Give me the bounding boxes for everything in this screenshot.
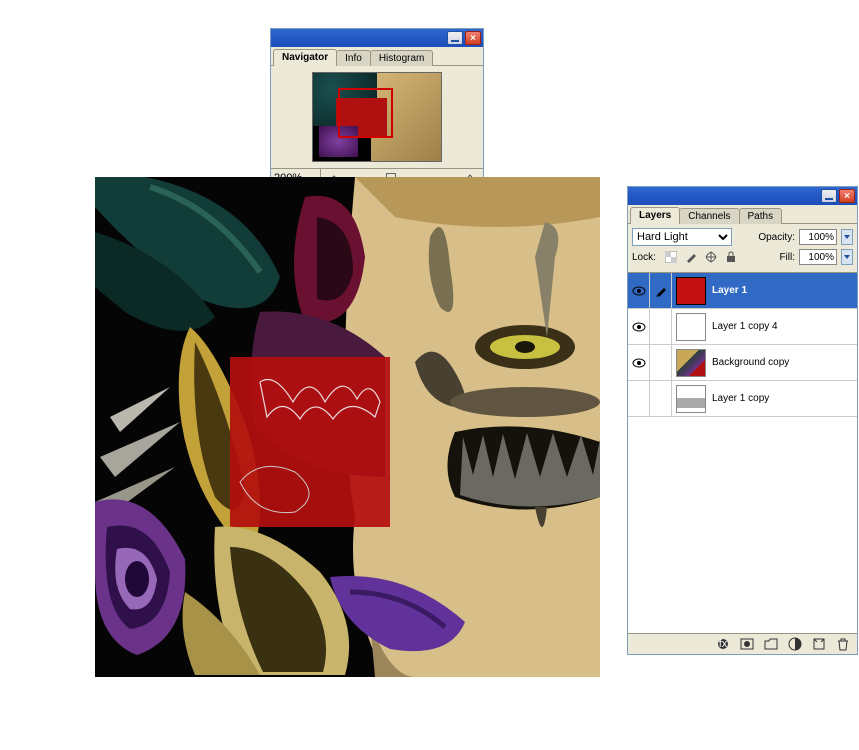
layer-name[interactable]: Layer 1 copy bbox=[710, 393, 857, 404]
lock-pixels-icon[interactable] bbox=[684, 250, 698, 264]
tab-info[interactable]: Info bbox=[336, 50, 371, 66]
layer-name[interactable]: Background copy bbox=[710, 357, 857, 368]
layers-titlebar[interactable]: × bbox=[628, 187, 857, 205]
lock-all-icon[interactable] bbox=[724, 250, 738, 264]
fill-value[interactable]: 100% bbox=[799, 249, 837, 265]
tab-channels[interactable]: Channels bbox=[679, 208, 739, 224]
layer-thumbnail[interactable] bbox=[676, 349, 706, 377]
fill-arrow[interactable] bbox=[841, 249, 853, 265]
trash-button[interactable] bbox=[835, 636, 851, 652]
lock-icons bbox=[664, 250, 738, 264]
new-layer-button[interactable] bbox=[811, 636, 827, 652]
layers-tabs: Layers Channels Paths bbox=[628, 205, 857, 223]
navigator-panel: × Navigator Info Histogram 200% bbox=[270, 28, 484, 187]
layers-footer: fx bbox=[628, 634, 857, 654]
close-button[interactable]: × bbox=[465, 31, 481, 45]
layers-panel: × Layers Channels Paths Hard Light Opaci… bbox=[627, 186, 858, 655]
adjustment-button[interactable] bbox=[787, 636, 803, 652]
visibility-toggle[interactable] bbox=[628, 381, 650, 416]
layer-row[interactable]: Layer 1 copy 4 bbox=[628, 309, 857, 345]
layers-options: Hard Light Opacity: 100% Lock: Fill: 100… bbox=[628, 223, 857, 273]
navigator-tabs: Navigator Info Histogram bbox=[271, 47, 483, 65]
minimize-button[interactable] bbox=[447, 31, 463, 45]
lock-position-icon[interactable] bbox=[704, 250, 718, 264]
tab-navigator[interactable]: Navigator bbox=[273, 49, 337, 66]
tab-histogram[interactable]: Histogram bbox=[370, 50, 434, 66]
navigator-viewbox[interactable] bbox=[338, 88, 393, 138]
link-column[interactable] bbox=[650, 381, 672, 416]
layer-thumbnail[interactable] bbox=[676, 385, 706, 413]
lock-label: Lock: bbox=[632, 252, 656, 263]
layer-thumbnail[interactable] bbox=[676, 313, 706, 341]
visibility-toggle[interactable] bbox=[628, 273, 650, 308]
navigator-titlebar[interactable]: × bbox=[271, 29, 483, 47]
layer-thumbnail[interactable] bbox=[676, 277, 706, 305]
fill-label: Fill: bbox=[779, 252, 795, 263]
mask-button[interactable] bbox=[739, 636, 755, 652]
opacity-label: Opacity: bbox=[758, 232, 795, 243]
opacity-arrow[interactable] bbox=[841, 229, 853, 245]
link-column[interactable] bbox=[650, 345, 672, 380]
artwork bbox=[95, 177, 600, 677]
layer-name[interactable]: Layer 1 bbox=[710, 285, 857, 296]
minimize-button[interactable] bbox=[821, 189, 837, 203]
tab-layers[interactable]: Layers bbox=[630, 207, 680, 224]
canvas-image[interactable] bbox=[95, 177, 600, 677]
lock-transparency-icon[interactable] bbox=[664, 250, 678, 264]
blend-mode-select[interactable]: Hard Light bbox=[632, 228, 732, 246]
opacity-value[interactable]: 100% bbox=[799, 229, 837, 245]
navigator-body bbox=[271, 65, 483, 168]
tab-paths[interactable]: Paths bbox=[739, 208, 783, 224]
layer-row[interactable]: Background copy bbox=[628, 345, 857, 381]
fx-button[interactable]: fx bbox=[715, 636, 731, 652]
layers-list: Layer 1 Layer 1 copy 4 Background copy L… bbox=[628, 273, 857, 634]
layer-row[interactable]: Layer 1 copy bbox=[628, 381, 857, 417]
link-column[interactable] bbox=[650, 309, 672, 344]
layer-row[interactable]: Layer 1 bbox=[628, 273, 857, 309]
layer-name[interactable]: Layer 1 copy 4 bbox=[710, 321, 857, 332]
folder-button[interactable] bbox=[763, 636, 779, 652]
visibility-toggle[interactable] bbox=[628, 309, 650, 344]
navigator-thumbnail[interactable] bbox=[312, 72, 442, 162]
visibility-toggle[interactable] bbox=[628, 345, 650, 380]
svg-text:fx: fx bbox=[719, 638, 728, 650]
link-column[interactable] bbox=[650, 273, 672, 308]
close-button[interactable]: × bbox=[839, 189, 855, 203]
